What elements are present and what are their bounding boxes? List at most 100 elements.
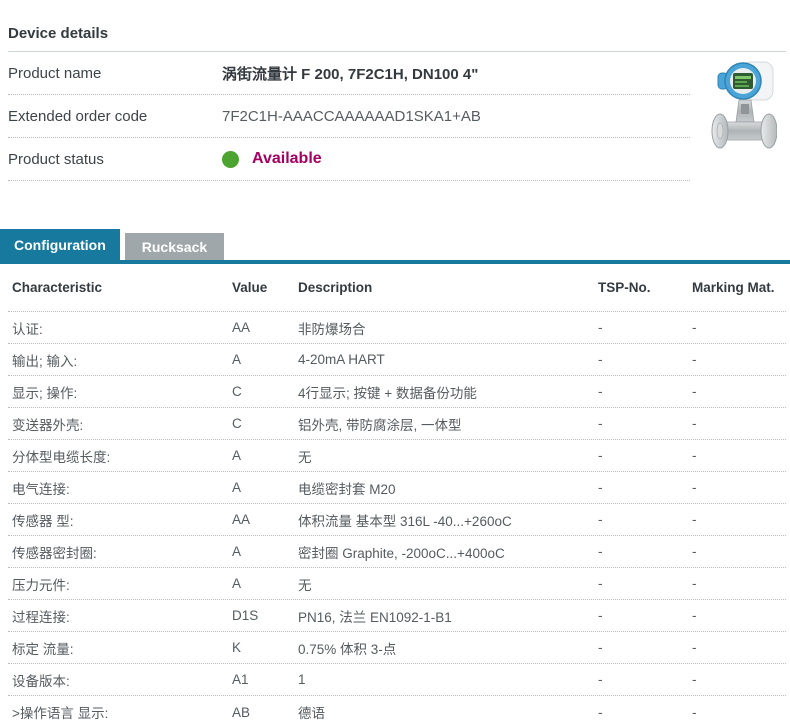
description-cell: 体积流量 基本型 316L -40...+260oC [298,510,598,530]
header-value: Value [232,280,298,295]
table-row: 压力元件: A 无 - - [8,568,786,600]
characteristic-cell: 传感器密封圈: [12,542,232,562]
table-row: 显示; 操作: C 4行显示; 按键 + 数据备份功能 - - [8,376,786,408]
tsp-cell: - [598,672,692,687]
header-tsp-no: TSP-No. [598,280,692,295]
value-cell: AA [232,320,298,335]
value-cell: K [232,640,298,655]
header-description: Description [298,280,598,295]
characteristic-cell: 输出; 输入: [12,350,232,370]
extended-order-code-value: 7F2C1H-AAACCAAAAAAD1SKA1+AB [222,108,481,125]
value-cell: C [232,384,298,399]
tsp-cell: - [598,416,692,431]
description-cell: 无 [298,446,598,466]
tsp-cell: - [598,576,692,591]
value-cell: A [232,352,298,367]
header-characteristic: Characteristic [12,280,232,295]
description-cell: 4行显示; 按键 + 数据备份功能 [298,382,598,402]
description-cell: 电缆密封套 M20 [298,478,598,498]
tsp-cell: - [598,512,692,527]
extended-order-code-row: Extended order code 7F2C1H-AAACCAAAAAAD1… [8,95,690,138]
product-name-row: Product name 涡街流量计 F 200, 7F2C1H, DN100 … [8,52,690,95]
characteristic-cell: 过程连接: [12,606,232,626]
value-cell: A1 [232,672,298,687]
characteristic-cell: >操作语言 显示: [12,702,232,722]
description-cell: 密封圈 Graphite, -200oC...+400oC [298,542,598,562]
tsp-cell: - [598,320,692,335]
configuration-table: Characteristic Value Description TSP-No.… [0,264,790,728]
header-marking-mat: Marking Mat. [692,280,782,295]
device-details-page: Device details Product name 涡街流量计 F 200,… [0,0,790,728]
table-row: 电气连接: A 电缆密封套 M20 - - [8,472,786,504]
characteristic-cell: 设备版本: [12,670,232,690]
characteristic-cell: 压力元件: [12,574,232,594]
marking-cell: - [692,320,782,335]
marking-cell: - [692,448,782,463]
table-row: 分体型电缆长度: A 无 - - [8,440,786,472]
marking-cell: - [692,608,782,623]
marking-cell: - [692,672,782,687]
tsp-cell: - [598,705,692,720]
characteristic-cell: 传感器 型: [12,510,232,530]
description-cell: 0.75% 体积 3-点 [298,638,598,658]
marking-cell: - [692,384,782,399]
marking-cell: - [692,352,782,367]
tsp-cell: - [598,480,692,495]
marking-cell: - [692,416,782,431]
extended-order-code-label: Extended order code [8,108,222,125]
table-row: 传感器密封圈: A 密封圈 Graphite, -200oC...+400oC … [8,536,786,568]
description-cell: 铝外壳, 带防腐涂层, 一体型 [298,414,598,434]
value-cell: A [232,544,298,559]
description-cell: 4-20mA HART [298,352,598,367]
table-row: 标定 流量: K 0.75% 体积 3-点 - - [8,632,786,664]
product-status-row: Product status Available [8,138,690,181]
product-name-value: 涡街流量计 F 200, 7F2C1H, DN100 4" [222,63,478,84]
description-cell: 非防爆场合 [298,318,598,338]
marking-cell: - [692,705,782,720]
tab-configuration[interactable]: Configuration [0,229,120,260]
marking-cell: - [692,576,782,591]
characteristic-cell: 分体型电缆长度: [12,446,232,466]
table-row: 变送器外壳: C 铝外壳, 带防腐涂层, 一体型 - - [8,408,786,440]
status-available-dot-icon [222,151,239,168]
status-badge: Available [252,150,322,168]
characteristic-cell: 显示; 操作: [12,382,232,402]
tsp-cell: - [598,544,692,559]
device-details-section: Device details Product name 涡街流量计 F 200,… [0,0,790,181]
tsp-cell: - [598,640,692,655]
table-row: 过程连接: D1S PN16, 法兰 EN1092-1-B1 - - [8,600,786,632]
characteristic-cell: 标定 流量: [12,638,232,658]
description-cell: 1 [298,672,598,687]
table-row: >操作语言 显示: AB 德语 - - [8,696,786,728]
value-cell: A [232,480,298,495]
product-status-label: Product status [8,151,222,168]
marking-cell: - [692,544,782,559]
marking-cell: - [692,640,782,655]
page-title: Device details [8,25,786,52]
tab-bar: Configuration Rucksack [0,229,790,264]
table-row: 输出; 输入: A 4-20mA HART - - [8,344,786,376]
value-cell: AB [232,705,298,720]
value-cell: C [232,416,298,431]
product-image [711,60,777,154]
tsp-cell: - [598,384,692,399]
table-row: 设备版本: A1 1 - - [8,664,786,696]
table-row: 认证: AA 非防爆场合 - - [8,312,786,344]
value-cell: A [232,448,298,463]
table-header-row: Characteristic Value Description TSP-No.… [8,264,786,312]
tab-rucksack[interactable]: Rucksack [125,233,224,260]
value-cell: D1S [232,608,298,623]
tsp-cell: - [598,608,692,623]
characteristic-cell: 变送器外壳: [12,414,232,434]
description-cell: 无 [298,574,598,594]
table-row: 传感器 型: AA 体积流量 基本型 316L -40...+260oC - - [8,504,786,536]
value-cell: A [232,576,298,591]
product-name-label: Product name [8,65,222,82]
description-cell: 德语 [298,702,598,722]
description-cell: PN16, 法兰 EN1092-1-B1 [298,606,598,626]
tsp-cell: - [598,448,692,463]
value-cell: AA [232,512,298,527]
marking-cell: - [692,512,782,527]
status-indicator: Available [222,150,322,168]
characteristic-cell: 认证: [12,318,232,338]
